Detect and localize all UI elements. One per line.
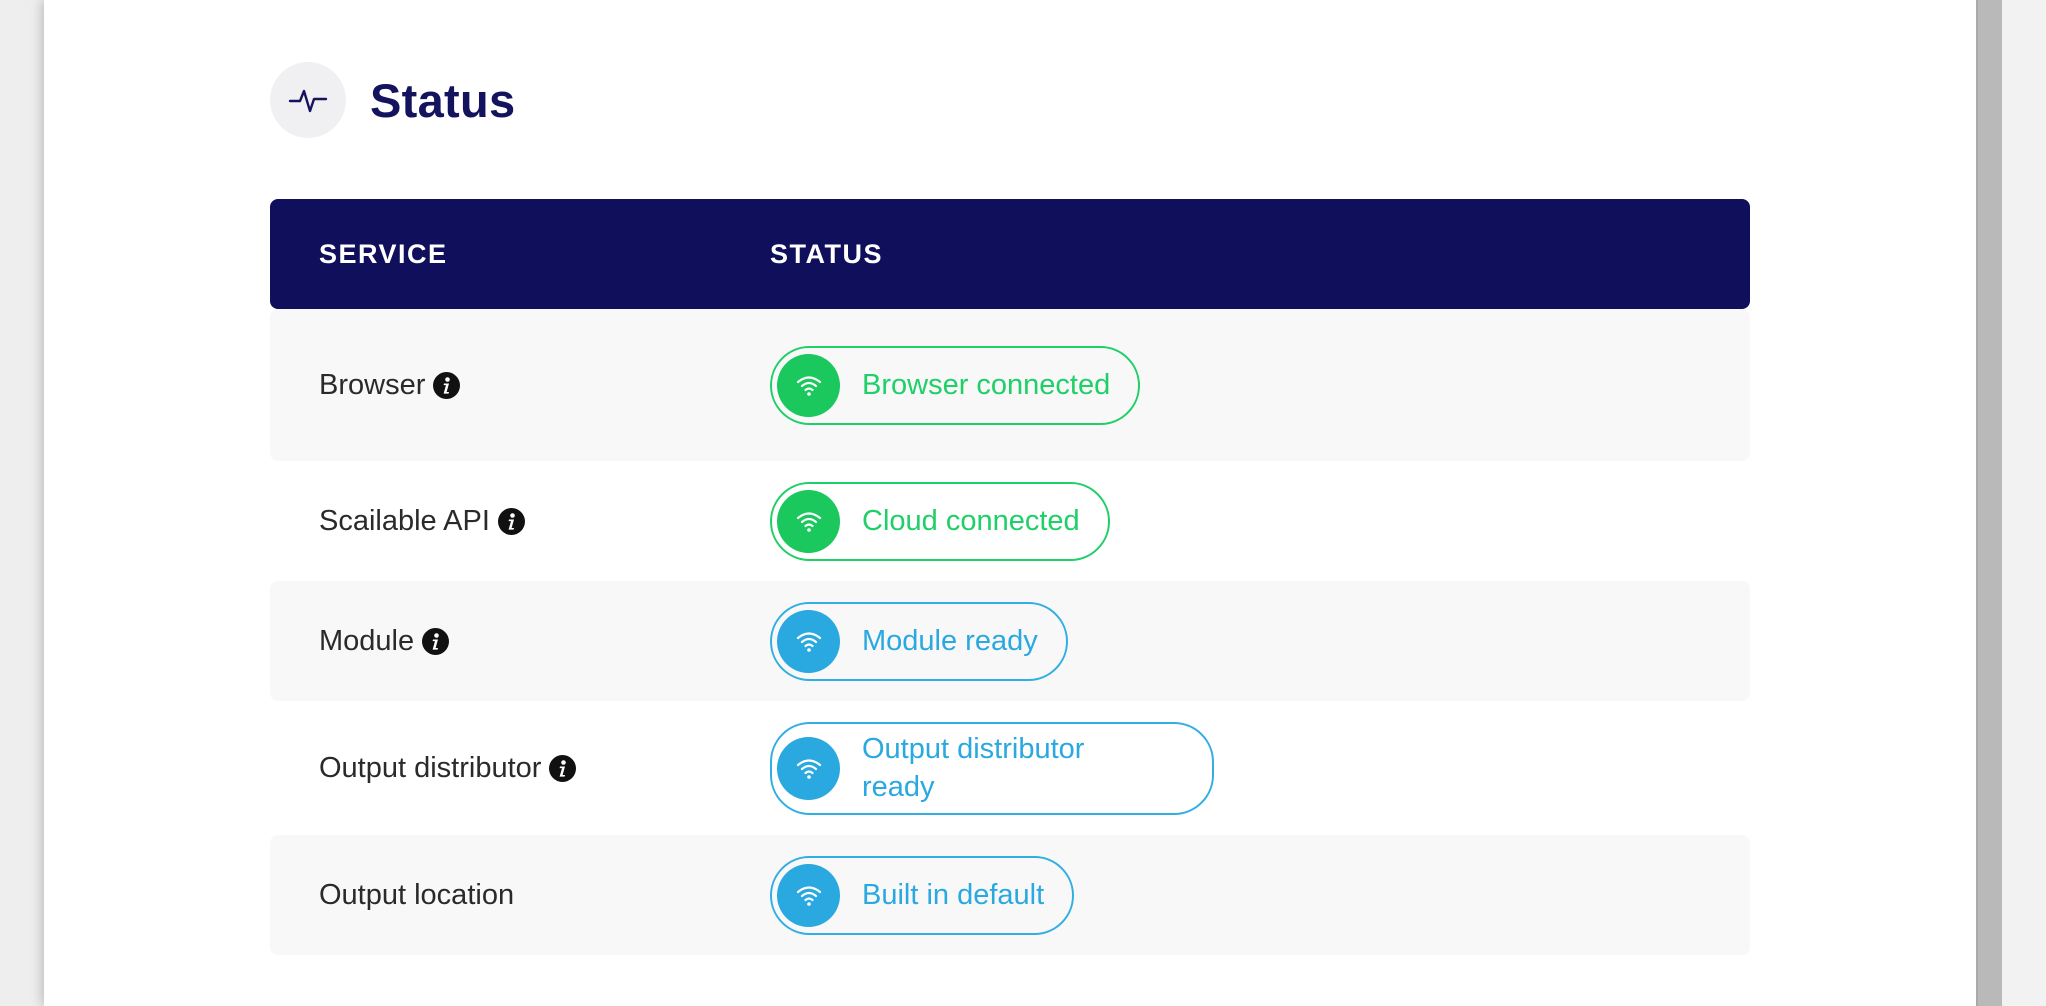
wifi-icon bbox=[777, 863, 840, 927]
status-label: Cloud connected bbox=[862, 505, 1080, 537]
info-icon[interactable] bbox=[422, 627, 450, 655]
status-badge: Built in default bbox=[770, 855, 1075, 935]
status-label: Browser connected bbox=[862, 369, 1111, 401]
status-badge: Browser connected bbox=[770, 345, 1141, 425]
info-icon[interactable] bbox=[497, 507, 525, 535]
vertical-scrollbar[interactable] bbox=[1976, 0, 2004, 1006]
service-cell: Module bbox=[270, 625, 770, 658]
wifi-icon bbox=[777, 736, 840, 800]
window-edge bbox=[2002, 0, 2046, 1006]
table-row: Output location Built in default bbox=[270, 835, 1750, 955]
page-title: Status bbox=[370, 73, 516, 127]
wifi-icon bbox=[777, 353, 840, 417]
status-badge: Module ready bbox=[770, 601, 1068, 681]
service-name: Output distributor bbox=[319, 751, 542, 784]
table-row: Browser Browser connected bbox=[270, 309, 1750, 461]
section-header: Status bbox=[270, 62, 515, 138]
table-row: Scailable API Cloud connected bbox=[270, 461, 1750, 581]
info-icon[interactable] bbox=[549, 754, 577, 782]
status-label: Built in default bbox=[862, 879, 1045, 911]
activity-pulse-icon bbox=[270, 62, 346, 138]
column-header-service: SERVICE bbox=[319, 238, 448, 269]
service-name: Browser bbox=[319, 368, 426, 401]
service-name: Scailable API bbox=[319, 504, 490, 537]
table-row: Output distributor Output distributor re… bbox=[270, 701, 1750, 835]
info-icon[interactable] bbox=[433, 371, 461, 399]
wifi-icon bbox=[777, 489, 840, 553]
status-label: Output distributor ready bbox=[862, 730, 1084, 806]
service-cell: Scailable API bbox=[270, 505, 770, 538]
table-row: Module Module ready bbox=[270, 581, 1750, 701]
service-cell: Browser bbox=[270, 369, 770, 402]
column-header-status: STATUS bbox=[770, 238, 883, 269]
service-cell: Output distributor bbox=[270, 752, 770, 785]
wifi-icon bbox=[777, 609, 840, 673]
status-badge: Output distributor ready bbox=[770, 721, 1214, 815]
status-label-line2: ready bbox=[862, 771, 935, 803]
table-header: SERVICE STATUS bbox=[270, 199, 1750, 309]
status-label: Module ready bbox=[862, 625, 1038, 657]
service-name: Module bbox=[319, 624, 415, 657]
service-cell: Output location bbox=[270, 879, 770, 912]
status-badge: Cloud connected bbox=[770, 481, 1110, 561]
service-name: Output location bbox=[319, 878, 515, 911]
status-label-line1: Output distributor bbox=[862, 733, 1085, 765]
status-table: SERVICE STATUS Browser Browser connected… bbox=[270, 199, 1750, 955]
